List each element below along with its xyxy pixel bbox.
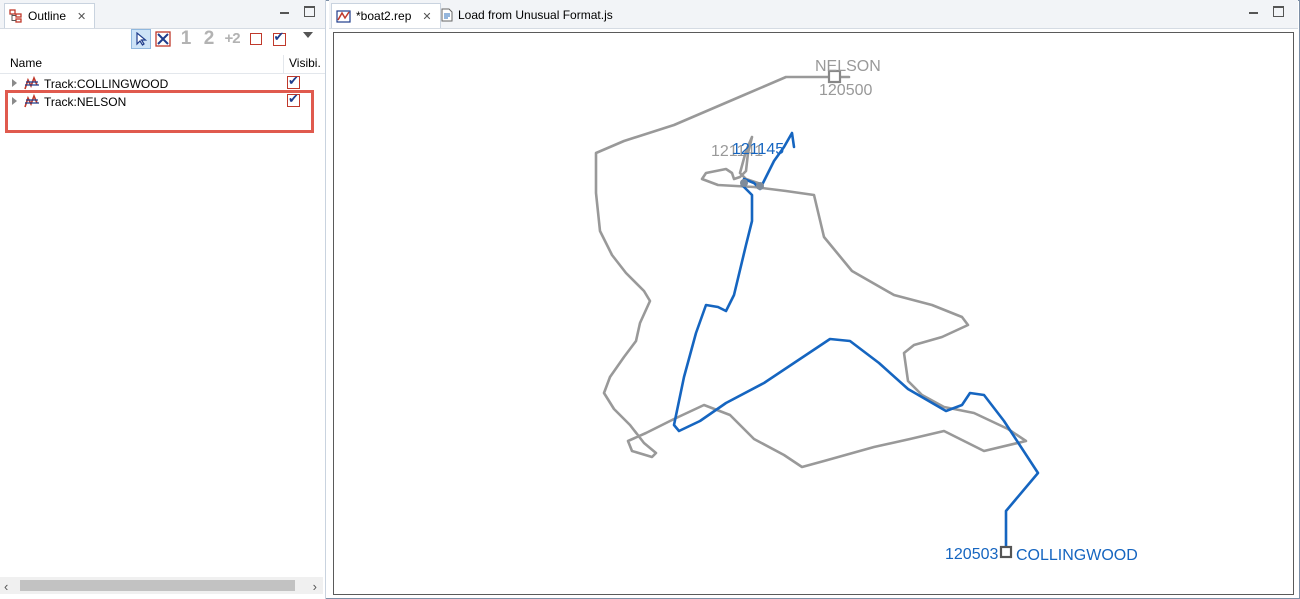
- move-down-button[interactable]: +2: [222, 29, 242, 49]
- track-collingwood[interactable]: [672, 131, 1040, 554]
- outline-tab-bar: Outline ✕: [0, 0, 325, 29]
- collingwood-name-label: COLLINGWOOD: [1016, 547, 1138, 564]
- outline-column-header: Name Visibi.: [0, 55, 325, 74]
- selection-highlight: [5, 90, 314, 133]
- move-up-button[interactable]: 2: [199, 29, 219, 49]
- move-to-top-button[interactable]: 1: [176, 29, 196, 49]
- plot-file-icon: [336, 9, 351, 23]
- checked-box-icon: [272, 29, 286, 46]
- outline-view: Outline ✕ 1 2 +2 ✔ Name Visibi. Track:CO…: [0, 0, 326, 599]
- editor-area: *boat2.rep ✕ Load from Unusual Format.js: [329, 0, 1298, 597]
- plot-svg[interactable]: NELSON 120500 121141 121145 120503 COLLI…: [334, 33, 1293, 594]
- maximize-icon[interactable]: [1273, 6, 1284, 17]
- view-menu-chevron-icon[interactable]: [303, 32, 313, 38]
- minimize-icon[interactable]: [1248, 6, 1259, 17]
- nelson-name-label: NELSON: [815, 58, 881, 75]
- collingwood-end-time-label: 121145: [732, 141, 784, 158]
- tab-label: Load from Unusual Format.js: [458, 8, 613, 22]
- tab-label: *boat2.rep: [356, 9, 412, 23]
- horizontal-scrollbar[interactable]: ‹ ›: [0, 577, 323, 594]
- name-column-header[interactable]: Name: [10, 56, 42, 70]
- cursor-arrow-icon: [136, 32, 148, 46]
- hide-all-button[interactable]: [246, 29, 266, 49]
- track-nelson[interactable]: [594, 75, 1028, 469]
- nelson-end-marker[interactable]: [740, 179, 748, 187]
- outline-toolbar: 1 2 +2: [0, 29, 325, 51]
- visibility-column-header[interactable]: Visibi.: [289, 56, 321, 70]
- close-icon[interactable]: ✕: [77, 10, 86, 23]
- scrollbar-thumb[interactable]: [20, 580, 295, 591]
- collapse-arrows-icon: [155, 31, 171, 47]
- script-file-icon: [441, 8, 453, 22]
- collingwood-start-time-label: 120503: [945, 546, 998, 563]
- plot-canvas[interactable]: NELSON 120500 121141 121145 120503 COLLI…: [333, 32, 1294, 595]
- visibility-checkbox[interactable]: [287, 73, 300, 89]
- level-one-icon: 1: [180, 28, 192, 49]
- close-icon[interactable]: ✕: [422, 10, 431, 23]
- maximize-icon[interactable]: [304, 6, 315, 17]
- scroll-left-icon[interactable]: ‹: [4, 579, 8, 594]
- collingwood-start-marker[interactable]: [999, 545, 1013, 559]
- tab-boat2-rep[interactable]: *boat2.rep ✕: [331, 3, 441, 28]
- minimize-icon[interactable]: [279, 6, 290, 17]
- hide-reveal-button[interactable]: [153, 29, 173, 49]
- expand-triangle-icon[interactable]: [12, 79, 17, 87]
- outline-tab-title: Outline: [28, 9, 67, 23]
- outline-icon: [9, 9, 22, 23]
- select-tool-button[interactable]: [131, 29, 151, 49]
- level-two-icon: 2: [203, 28, 215, 49]
- show-all-button[interactable]: [269, 29, 289, 49]
- track-label: Track:COLLINGWOOD: [44, 77, 169, 91]
- tab-load-from-unusual-format[interactable]: Load from Unusual Format.js: [437, 3, 621, 27]
- unchecked-box-icon: [250, 33, 262, 45]
- scroll-right-icon[interactable]: ›: [313, 579, 317, 594]
- track-icon: [24, 76, 39, 90]
- nelson-start-time-label: 120500: [819, 82, 872, 99]
- editor-tab-bar: *boat2.rep ✕ Load from Unusual Format.js: [329, 0, 1298, 29]
- outline-tab[interactable]: Outline ✕: [4, 3, 96, 28]
- collingwood-end-marker[interactable]: [756, 182, 764, 190]
- level-plus-two-icon: +2: [224, 30, 240, 47]
